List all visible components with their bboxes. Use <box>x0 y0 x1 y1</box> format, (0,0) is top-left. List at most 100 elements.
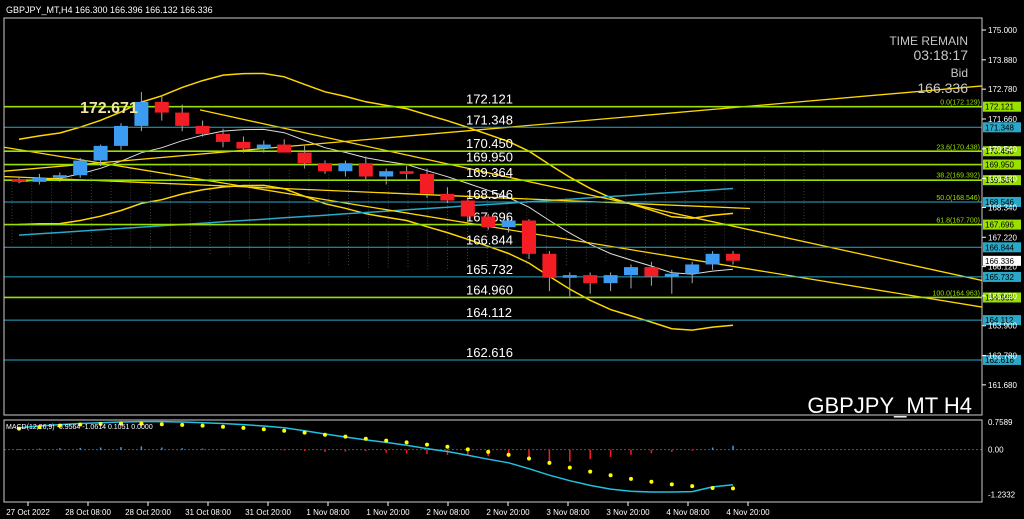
price-level-label: 172.121 <box>466 92 513 107</box>
price-level-tag-text: 165.732 <box>985 273 1014 282</box>
candle-bull <box>664 273 679 277</box>
candle-bull <box>562 275 577 278</box>
candle-bull <box>114 125 128 146</box>
price-level-label: 164.112 <box>466 305 512 320</box>
macd-signal-dot <box>506 452 511 457</box>
high-marker-label: 172.671 <box>80 100 138 117</box>
candle-bull <box>256 144 271 149</box>
candle-bear <box>195 125 210 134</box>
macd-signal-dot <box>221 424 225 429</box>
macd-signal-dot <box>384 438 389 443</box>
macd-signal-dot <box>629 476 633 481</box>
macd-signal-dot <box>241 425 246 430</box>
price-level-label: 162.616 <box>466 345 513 360</box>
price-level-label: 169.364 <box>466 165 513 180</box>
macd-signal-dot <box>465 447 470 452</box>
x-tick-label: 28 Oct 20:00 <box>125 508 171 517</box>
candle-bull <box>603 275 618 284</box>
macd-y-tick-label: -1.2332 <box>988 491 1016 500</box>
candle-bear <box>522 220 536 254</box>
macd-signal-dot <box>567 465 572 470</box>
bid-label: Bid <box>951 66 968 80</box>
candle-bear <box>420 173 434 194</box>
candle-bear <box>216 133 230 142</box>
x-tick-label: 31 Oct 20:00 <box>245 508 291 517</box>
x-tick-label: 3 Nov 08:00 <box>546 508 590 517</box>
candle-bull <box>705 253 720 265</box>
y-tick-label: 169.430 <box>988 174 1017 183</box>
x-tick-label: 31 Oct 08:00 <box>185 508 231 517</box>
chart-header-info: GBPJPY_MT,H4 166.300 166.396 166.132 166… <box>6 5 213 15</box>
macd-signal-dot <box>710 485 715 490</box>
candle-bull <box>379 171 394 177</box>
candle-bull <box>338 163 353 172</box>
fibonacci-label: 0.0(172.129) <box>940 99 980 106</box>
candle-bear <box>583 275 598 284</box>
macd-signal-dot <box>669 482 674 487</box>
fibonacci-label: 23.6(170.438) <box>936 145 980 152</box>
macd-signal-dot <box>547 460 552 465</box>
macd-signal-dot <box>690 484 695 489</box>
macd-signal-dot <box>445 444 450 449</box>
price-level-tag-text: 166.844 <box>985 243 1014 252</box>
candle-bull <box>93 145 108 161</box>
candle-bear <box>12 179 26 182</box>
price-level-label: 169.950 <box>466 150 513 165</box>
candle-bear <box>236 141 251 149</box>
y-tick-label: 162.780 <box>988 352 1017 361</box>
candle-bear <box>277 144 292 153</box>
x-tick-label: 2 Nov 20:00 <box>486 508 530 517</box>
y-tick-label: 167.220 <box>988 233 1017 242</box>
x-tick-label: 27 Oct 2022 <box>6 508 50 517</box>
y-tick-label: 161.680 <box>988 381 1017 390</box>
y-tick-label: 171.660 <box>988 115 1017 124</box>
macd-signal-dot <box>180 422 185 427</box>
y-tick-label: 166.120 <box>988 263 1017 272</box>
candle-bear <box>154 101 169 113</box>
price-level-tag-text: 167.696 <box>985 221 1014 230</box>
time-remain-label: TIME REMAIN <box>889 34 968 48</box>
price-level-label: 171.348 <box>466 112 513 127</box>
gbpjpy-chart: 172.121172.121171.348171.348170.450170.4… <box>0 0 1024 519</box>
fibonacci-label: 61.8(167.700) <box>936 217 980 224</box>
macd-signal-dot <box>343 434 348 439</box>
y-tick-label: 165.020 <box>988 292 1017 301</box>
macd-signal-dot <box>649 479 654 484</box>
y-tick-label: 172.780 <box>988 85 1017 94</box>
y-tick-label: 170.540 <box>988 145 1017 154</box>
time-remain-value: 03:18:17 <box>914 47 969 63</box>
y-tick-label: 168.340 <box>988 203 1017 212</box>
candle-bear <box>460 200 475 217</box>
x-tick-label: 1 Nov 20:00 <box>366 508 410 517</box>
macd-signal-dot <box>323 432 327 437</box>
y-tick-label: 175.000 <box>988 26 1017 35</box>
x-tick-label: 3 Nov 20:00 <box>606 508 650 517</box>
macd-signal-dot <box>302 430 307 435</box>
symbol-title: GBPJPY_MT H4 <box>807 393 972 418</box>
x-tick-label: 1 Nov 08:00 <box>306 508 350 517</box>
candle-bear <box>399 171 414 174</box>
candle-bull <box>32 177 47 182</box>
macd-signal-dot <box>731 486 735 491</box>
x-tick-label: 2 Nov 08:00 <box>426 508 470 517</box>
candle-bear <box>318 163 332 172</box>
price-level-label: 168.546 <box>466 187 513 202</box>
candle-bull <box>624 267 638 276</box>
macd-signal-dot <box>200 423 205 428</box>
candle-bull <box>52 175 67 178</box>
chart-background <box>0 0 1024 519</box>
candle-bear <box>726 253 740 261</box>
macd-signal-dot <box>404 440 409 445</box>
macd-signal-dot <box>363 436 368 441</box>
candle-bear <box>175 112 190 126</box>
candle-bear <box>440 193 455 201</box>
y-tick-label: 173.880 <box>988 56 1017 65</box>
candle-bear <box>542 253 557 278</box>
x-tick-label: 28 Oct 08:00 <box>65 508 111 517</box>
fibonacci-label: 38.2(169.392) <box>936 172 980 179</box>
macd-signal-dot <box>486 449 491 454</box>
macd-signal-dot <box>527 456 531 461</box>
fibonacci-label: 50.0(168.546) <box>936 195 980 202</box>
macd-signal-dot <box>159 422 164 427</box>
bid-value: 166.336 <box>917 80 968 96</box>
